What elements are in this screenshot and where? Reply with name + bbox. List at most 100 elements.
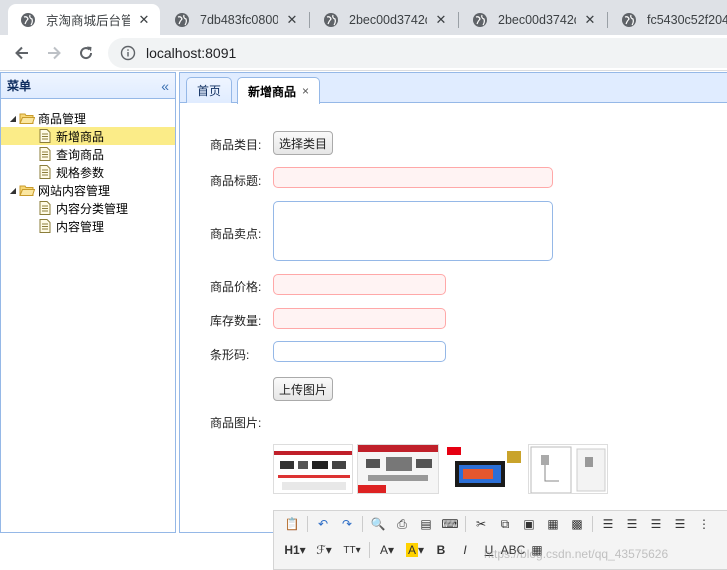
rich-text-editor: 📋 ↶ ↷ 🔍 ⎙ ▤ ⌨ ✂ ⧉ ▣ ▦ ▩ ☰ ☰ ☰ ☰ ⋮ H1 ▾ ℱ… (273, 510, 727, 570)
font-family-label: ℱ (316, 543, 326, 557)
copy-icon[interactable]: ⧉ (493, 514, 517, 534)
expand-toggle-icon[interactable]: ◢ (7, 114, 19, 123)
menu-tree: ◢ 商品管理 新增商品 查询商品 规格参数 ◢ 网站内容管理 内容分类管理 内容… (1, 99, 175, 235)
cut-icon[interactable]: ✂ (469, 514, 493, 534)
stock-input[interactable] (273, 308, 446, 329)
code-icon[interactable]: ⌨ (438, 514, 462, 534)
close-tab-icon[interactable]: ✕ (582, 12, 598, 28)
globe-icon (473, 12, 487, 27)
font-color-button[interactable]: A▾ (373, 540, 401, 560)
upload-image-button[interactable]: 上传图片 (273, 377, 334, 401)
arrow-left-icon (15, 46, 28, 60)
font-size-button[interactable]: TT ▾ (338, 540, 366, 560)
heading-button[interactable]: H1 ▾ (280, 540, 310, 560)
tree-node-label: 内容管理 (56, 219, 105, 234)
tab-home[interactable]: 首页 (186, 77, 233, 103)
ordered-list-icon[interactable]: ⋮ (692, 514, 716, 534)
collapse-icon[interactable]: « (161, 78, 169, 94)
tab-label: 新增商品 (248, 84, 297, 99)
preview-icon[interactable]: 🔍 (366, 514, 390, 534)
stock-label: 库存数量: (210, 314, 262, 328)
align-center-icon[interactable]: ☰ (620, 514, 644, 534)
font-family-button[interactable]: ℱ ▾ (310, 540, 338, 560)
sidebar-title: 菜单 (7, 79, 32, 93)
browser-tab-title: fc5430c52f2049e1 (647, 12, 727, 27)
product-image-4 (529, 445, 607, 493)
close-tab-icon[interactable]: ✕ (433, 12, 449, 28)
print-icon[interactable]: ⎙ (390, 514, 414, 534)
category-label: 商品类目: (210, 138, 262, 152)
browser-tab-1[interactable]: 京淘商城后台管理 ✕ (8, 4, 160, 35)
tree-item-add-goods[interactable]: 新增商品 (1, 127, 175, 145)
tab-add-goods[interactable]: 新增商品 × (237, 77, 321, 104)
italic-button[interactable]: I (453, 540, 477, 560)
redo-icon[interactable]: ↷ (335, 514, 359, 534)
align-right-icon[interactable]: ☰ (644, 514, 668, 534)
product-thumbnail-4[interactable] (528, 444, 608, 494)
price-input[interactable] (273, 274, 446, 295)
product-thumbnail-3[interactable] (444, 444, 524, 494)
tree-item-content-manage[interactable]: 内容管理 (1, 217, 175, 235)
tree-item-spec-params[interactable]: 规格参数 (1, 163, 175, 181)
product-image-2 (358, 445, 438, 493)
images-label: 商品图片: (210, 416, 262, 430)
forward-button[interactable] (42, 41, 66, 65)
globe-icon (175, 12, 189, 27)
tree-node-label: 查询商品 (56, 147, 105, 162)
tree-folder-goods[interactable]: ◢ 商品管理 (1, 109, 175, 127)
browser-tab-title: 京淘商城后台管理 (46, 14, 130, 28)
bold-button[interactable]: B (429, 540, 453, 560)
align-left-icon[interactable]: ☰ (596, 514, 620, 534)
page-tabbar: 首页 新增商品 × (180, 73, 727, 104)
reload-button[interactable] (74, 41, 98, 65)
address-bar[interactable]: localhost:8091 (108, 38, 727, 68)
globe-icon (324, 12, 338, 27)
sell-point-textarea[interactable] (273, 201, 553, 261)
product-thumbnail-1[interactable] (273, 444, 353, 494)
barcode-input[interactable] (273, 341, 446, 362)
paste-text-icon[interactable]: ▣ (517, 514, 541, 534)
undo-icon[interactable]: ↶ (311, 514, 335, 534)
paste-icon[interactable]: 📋 (280, 514, 304, 534)
select-category-button[interactable]: 选择类目 (273, 131, 334, 155)
browser-tab-4[interactable]: 2bec00d3742d4f5a ✕ (460, 4, 606, 35)
price-label: 商品价格: (210, 280, 262, 294)
justify-icon[interactable]: ☰ (668, 514, 692, 534)
product-thumbnail-2[interactable] (357, 444, 439, 494)
tree-item-content-category[interactable]: 内容分类管理 (1, 199, 175, 217)
browser-tab-title: 7db483fc080049c0 (200, 12, 278, 27)
browser-tab-2[interactable]: 7db483fc080049c0 ✕ (162, 4, 308, 35)
editor-toolbar-row-1: 📋 ↶ ↷ 🔍 ⎙ ▤ ⌨ ✂ ⧉ ▣ ▦ ▩ ☰ ☰ ☰ ☰ ⋮ (274, 511, 727, 537)
close-tab-icon[interactable]: ✕ (284, 12, 300, 28)
tree-folder-content[interactable]: ◢ 网站内容管理 (1, 181, 175, 199)
toolbar-separator (592, 516, 593, 532)
toolbar-separator (362, 516, 363, 532)
close-icon[interactable]: × (302, 84, 309, 98)
paste-plain-icon[interactable]: ▦ (541, 514, 565, 534)
highlight-button[interactable]: A ▾ (401, 540, 429, 560)
title-input[interactable] (273, 167, 553, 188)
tab-separator (458, 12, 459, 28)
url-text: localhost:8091 (146, 45, 237, 61)
sidebar-header: 菜单 « (1, 73, 175, 99)
paste-word-icon[interactable]: ▩ (565, 514, 589, 534)
template-icon[interactable]: ▤ (414, 514, 438, 534)
tree-node-label: 内容分类管理 (56, 201, 129, 216)
file-icon (39, 129, 51, 143)
expand-toggle-icon[interactable]: ◢ (7, 186, 19, 195)
toolbar-separator (307, 516, 308, 532)
file-icon (39, 219, 51, 233)
tab-label: 首页 (197, 84, 222, 98)
tree-node-label: 商品管理 (38, 111, 87, 126)
font-size-label: TT (343, 544, 356, 556)
browser-tab-5[interactable]: fc5430c52f2049e1 (609, 4, 727, 35)
title-label: 商品标题: (210, 174, 262, 188)
file-icon (39, 201, 51, 215)
sell-point-label: 商品卖点: (210, 227, 262, 241)
tree-item-query-goods[interactable]: 查询商品 (1, 145, 175, 163)
back-button[interactable] (10, 41, 34, 65)
browser-tab-3[interactable]: 2bec00d3742d4f5a ✕ (311, 4, 457, 35)
file-icon (39, 147, 51, 161)
tree-node-label: 网站内容管理 (38, 183, 111, 198)
close-tab-icon[interactable]: ✕ (136, 12, 152, 28)
